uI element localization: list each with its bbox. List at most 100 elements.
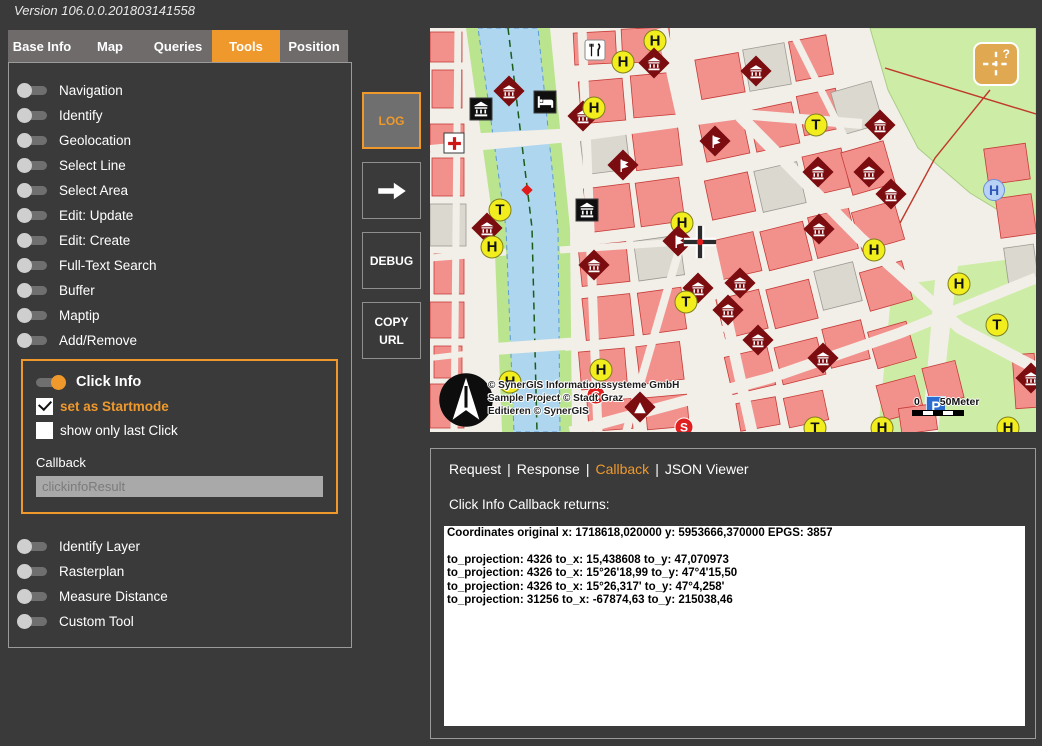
bus-stop-icon[interactable]: H [863, 239, 886, 262]
tool-toggle-row[interactable]: Edit: Create [9, 228, 351, 253]
tool-toggle-row[interactable]: Edit: Update [9, 203, 351, 228]
museum-black-icon[interactable] [576, 199, 599, 222]
output-line: to_projection: 4326 to_x: 15°26'18,99 to… [447, 567, 1022, 580]
toggle-switch-icon[interactable] [19, 136, 47, 145]
main-tab[interactable]: Position [280, 30, 348, 62]
attribution-line: Sample Project © Stadt Graz [488, 393, 679, 406]
toggle-switch-icon[interactable] [19, 261, 47, 270]
tool-toggle-label: Identify [59, 108, 103, 123]
tab-json-viewer[interactable]: JSON Viewer [665, 461, 749, 477]
bus-stop-icon[interactable]: H [481, 236, 504, 259]
bus-stop-icon[interactable]: H [871, 417, 894, 433]
tool-toggle-row[interactable]: Full-Text Search [9, 253, 351, 278]
poi-letter: H [989, 182, 999, 198]
click-info-toggle-on-icon[interactable] [36, 378, 64, 387]
tool-toggle-list-bottom: Identify Layer Rasterplan Measure Distan… [9, 514, 351, 634]
toggle-switch-icon[interactable] [19, 311, 47, 320]
tool-toggle-label: Geolocation [59, 133, 131, 148]
tab-callback[interactable]: Callback [595, 461, 649, 477]
poi-letter: H [877, 420, 888, 433]
first-aid-icon[interactable] [444, 133, 465, 154]
toggle-switch-icon[interactable] [19, 542, 47, 551]
tram-stop-icon[interactable]: T [805, 114, 828, 137]
checkbox-icon[interactable] [36, 422, 53, 439]
log-button[interactable]: LOG [362, 92, 421, 149]
hospital-blue-icon[interactable]: H [983, 179, 1005, 201]
tool-toggle-row[interactable]: Identify [9, 103, 351, 128]
tool-toggle-row[interactable]: Navigation [9, 78, 351, 103]
hotel-icon[interactable] [534, 91, 557, 114]
toggle-switch-icon[interactable] [19, 592, 47, 601]
main-tab[interactable]: Map [76, 30, 144, 62]
tool-toggle-row[interactable]: Measure Distance [9, 584, 351, 609]
poi-letter: H [589, 100, 600, 117]
toggle-switch-icon[interactable] [19, 161, 47, 170]
bus-stop-icon[interactable]: H [948, 273, 971, 296]
tool-toggle-row[interactable]: Maptip [9, 303, 351, 328]
bank-icon[interactable]: S [675, 418, 694, 433]
tool-toggle-row[interactable]: Geolocation [9, 128, 351, 153]
attribution-line: © SynerGIS Informationssysteme GmbH [488, 380, 679, 393]
tram-stop-icon[interactable]: T [804, 417, 827, 433]
tool-toggle-row[interactable]: Buffer [9, 278, 351, 303]
tool-toggle-label: Add/Remove [59, 333, 137, 348]
toggle-knob [17, 539, 32, 554]
poi-letter: T [681, 294, 690, 311]
output-line: Coordinates original x: 1718618,020000 y… [447, 527, 1022, 540]
map-scalebar: 0 50Meter [912, 396, 1002, 416]
restaurant-icon[interactable] [585, 40, 606, 61]
map-view[interactable]: H H [430, 28, 1036, 432]
toggle-switch-icon[interactable] [19, 186, 47, 195]
action-button-column: LOG DEBUG COPY URL [362, 92, 421, 372]
scale-meters-label: 50Meter [940, 396, 980, 408]
main-tab[interactable]: Tools [212, 30, 280, 62]
tram-stop-icon[interactable]: T [986, 314, 1009, 337]
main-tab[interactable]: Queries [144, 30, 212, 62]
bus-stop-icon[interactable]: H [997, 417, 1020, 433]
output-line [447, 540, 1022, 553]
question-mark-label: ? [1003, 47, 1010, 61]
tab-separator: | [586, 461, 590, 477]
tool-toggle-row[interactable]: Identify Layer [9, 534, 351, 559]
bus-stop-icon[interactable]: H [612, 51, 635, 74]
tool-toggle-label: Edit: Create [59, 233, 130, 248]
poi-letter: H [650, 33, 661, 50]
toggle-switch-icon[interactable] [19, 211, 47, 220]
toggle-switch-icon[interactable] [19, 336, 47, 345]
checkbox-label: show only last Click [60, 423, 178, 438]
checkbox-icon[interactable] [36, 398, 53, 415]
debug-button[interactable]: DEBUG [362, 232, 421, 289]
tab-response[interactable]: Response [517, 461, 580, 477]
output-line: to_projection: 4326 to_x: 15,438608 to_y… [447, 554, 1022, 567]
toggle-switch-icon[interactable] [19, 286, 47, 295]
poi-letter: H [954, 276, 965, 293]
toggle-switch-icon[interactable] [19, 617, 47, 626]
scalebar-graphic [912, 410, 964, 416]
toggle-switch-icon[interactable] [19, 236, 47, 245]
copy-url-button[interactable]: COPY URL [362, 302, 421, 359]
tool-toggle-label: Buffer [59, 283, 95, 298]
callback-output-box: Coordinates original x: 1718618,020000 y… [444, 526, 1025, 726]
tool-toggle-row[interactable]: Select Area [9, 178, 351, 203]
checkbox-row[interactable]: set as Startmode [36, 395, 323, 417]
bus-stop-icon[interactable]: H [583, 97, 606, 120]
tram-stop-icon[interactable]: T [675, 291, 698, 314]
tool-toggle-row[interactable]: Custom Tool [9, 609, 351, 634]
tab-separator: | [507, 461, 511, 477]
museum-black-icon[interactable] [470, 98, 493, 121]
execute-button[interactable] [362, 162, 421, 219]
clickinfo-tool-button[interactable]: ? [973, 42, 1019, 86]
main-tab[interactable]: Base Info [8, 30, 76, 62]
tool-toggle-row[interactable]: Rasterplan [9, 559, 351, 584]
tool-toggle-row[interactable]: Add/Remove [9, 328, 351, 353]
toggle-switch-icon[interactable] [19, 111, 47, 120]
tool-toggle-row[interactable]: Select Line [9, 153, 351, 178]
bus-stop-icon[interactable]: H [590, 359, 613, 382]
toggle-switch-icon[interactable] [19, 567, 47, 576]
click-info-toggle-row[interactable]: Click Info [36, 371, 323, 393]
callback-input[interactable] [36, 476, 323, 497]
toggle-switch-icon[interactable] [19, 86, 47, 95]
checkbox-row[interactable]: show only last Click [36, 419, 323, 441]
version-label: Version 106.0.0.201803141558 [14, 3, 195, 18]
tab-request[interactable]: Request [449, 461, 501, 477]
